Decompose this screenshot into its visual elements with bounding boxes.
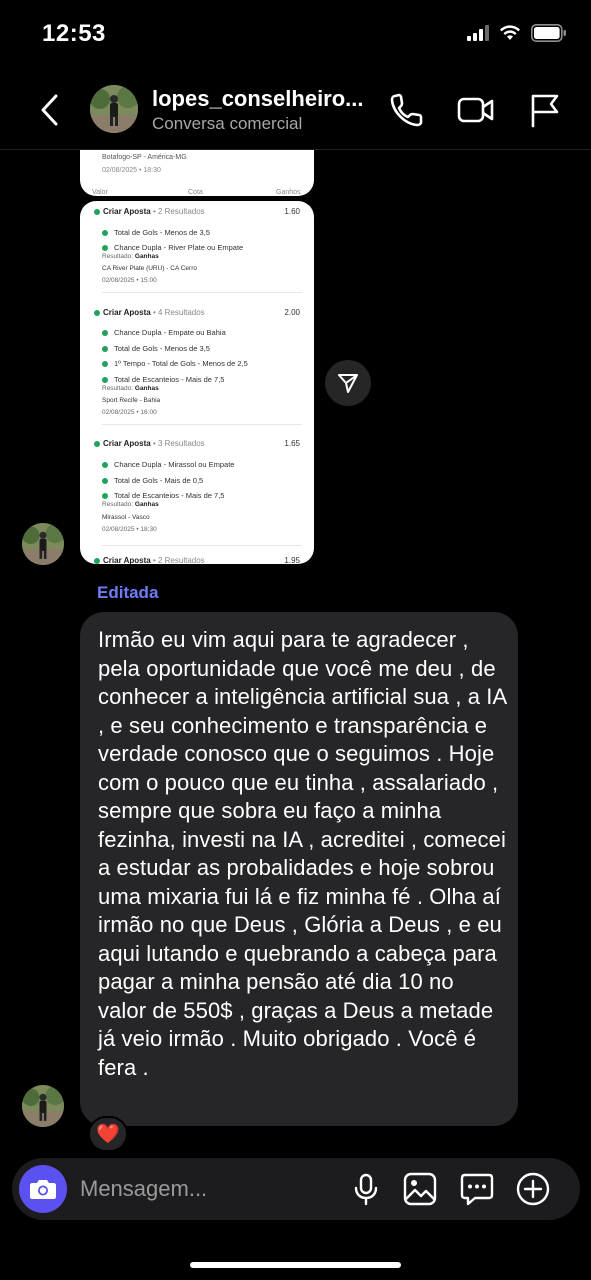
bet-result: Resultado: Ganhas xyxy=(102,385,159,392)
card1-col-cota: Cota xyxy=(188,189,203,196)
bet-selection: Chance Dupla - Empate ou Bahia xyxy=(102,328,226,337)
shared-image-2[interactable]: Criar Aposta • 2 Resultados 1.60 Total d… xyxy=(80,201,314,564)
check-icon xyxy=(102,245,108,252)
cellular-signal-icon xyxy=(467,25,489,41)
share-button[interactable] xyxy=(325,360,371,406)
bet-selection: Total de Gols - Menos de 3,5 xyxy=(102,228,210,237)
profile-avatar[interactable] xyxy=(90,85,138,133)
bet-match: CA River Plate (URU) - CA Cerro xyxy=(102,265,197,272)
message-input[interactable] xyxy=(80,1174,320,1204)
bet-selection: Chance Dupla - Mirassol ou Empate xyxy=(102,460,234,469)
camera-icon xyxy=(30,1180,56,1199)
status-bar: 12:53 xyxy=(0,0,591,70)
bet-selection: Chance Dupla - River Plate ou Empate xyxy=(102,243,243,252)
microphone-icon[interactable] xyxy=(348,1171,384,1207)
edited-label: Editada xyxy=(97,583,159,602)
check-icon xyxy=(102,230,108,237)
check-icon xyxy=(102,462,108,469)
bet-selection: Total de Gols - Menos de 3,5 xyxy=(102,344,210,353)
battery-icon xyxy=(531,24,566,42)
home-indicator[interactable] xyxy=(190,1262,401,1268)
sender-avatar[interactable] xyxy=(22,1085,64,1127)
shared-image-1[interactable]: Botafogo-SP - América-MG 02/08/2025 • 18… xyxy=(80,150,314,196)
bet-selection: Total de Gols - Mais de 0,5 xyxy=(102,476,203,485)
message-composer xyxy=(12,1158,580,1220)
bet-odd: 2.00 xyxy=(284,308,300,317)
check-icon xyxy=(102,478,108,485)
card1-match: Botafogo-SP - América-MG xyxy=(102,154,187,161)
avatar-photo xyxy=(22,523,64,565)
message-bubble[interactable]: Irmão eu vim aqui para te agradecer , pe… xyxy=(80,612,518,1126)
check-icon xyxy=(102,330,108,337)
gallery-icon[interactable] xyxy=(402,1171,438,1207)
camera-button[interactable] xyxy=(19,1165,67,1213)
divider xyxy=(102,545,302,546)
divider xyxy=(102,292,302,293)
video-call-icon[interactable] xyxy=(456,90,496,130)
card1-col-valor: Valor xyxy=(92,189,108,196)
heart-reaction[interactable]: ❤️ xyxy=(88,1116,128,1152)
check-icon xyxy=(94,440,100,447)
status-icons xyxy=(467,24,567,42)
sticker-chat-icon[interactable] xyxy=(459,1171,495,1207)
header-username[interactable]: lopes_conselheiro... xyxy=(152,86,364,112)
avatar-photo xyxy=(90,85,138,133)
bet-date: 02/08/2025 • 16:00 xyxy=(102,409,157,416)
bet-selection: 1º Tempo - Total de Gols - Menos de 2,5 xyxy=(102,359,248,368)
sender-avatar[interactable] xyxy=(22,523,64,565)
bet-title: Criar Aposta • 2 Resultados xyxy=(94,556,205,564)
bet-title: Criar Aposta • 4 Resultados xyxy=(94,308,205,317)
back-arrow-icon[interactable] xyxy=(36,92,66,128)
chat-header: lopes_conselheiro... Conversa comercial xyxy=(0,70,591,150)
check-icon xyxy=(94,208,100,215)
card1-date: 02/08/2025 • 18:30 xyxy=(102,167,161,174)
bet-title: Criar Aposta • 2 Resultados xyxy=(94,207,205,216)
report-flag-icon[interactable] xyxy=(525,90,565,130)
header-subtitle: Conversa comercial xyxy=(152,114,303,133)
message-text: Irmão eu vim aqui para te agradecer , pe… xyxy=(98,627,507,1080)
add-icon[interactable] xyxy=(515,1171,551,1207)
status-time: 12:53 xyxy=(42,20,106,47)
phone-call-icon[interactable] xyxy=(387,90,427,130)
check-icon xyxy=(94,557,100,564)
check-icon xyxy=(102,377,108,384)
bet-title: Criar Aposta • 3 Resultados xyxy=(94,439,205,448)
bet-selection: Total de Escanteios - Mais de 7,5 xyxy=(102,375,224,384)
bet-date: 02/08/2025 • 18:30 xyxy=(102,526,157,533)
bet-odd: 1.95 xyxy=(284,556,300,564)
check-icon xyxy=(94,309,100,316)
check-icon xyxy=(102,361,108,368)
divider xyxy=(102,424,302,425)
check-icon xyxy=(102,493,108,500)
avatar-photo xyxy=(22,1085,64,1127)
bet-odd: 1.60 xyxy=(284,207,300,216)
bet-result: Resultado: Ganhas xyxy=(102,253,159,260)
bet-result: Resultado: Ganhas xyxy=(102,501,159,508)
wifi-icon xyxy=(500,25,520,40)
send-icon xyxy=(338,374,358,393)
bet-date: 02/08/2025 • 15:00 xyxy=(102,277,157,284)
card1-col-ganhos: Ganhos xyxy=(276,189,301,196)
bet-odd: 1.65 xyxy=(284,439,300,448)
bet-match: Mirassol - Vasco xyxy=(102,514,150,521)
bet-match: Sport Recife - Bahia xyxy=(102,397,161,404)
check-icon xyxy=(102,346,108,353)
bet-selection: Total de Escanteios - Mais de 7,5 xyxy=(102,491,224,500)
